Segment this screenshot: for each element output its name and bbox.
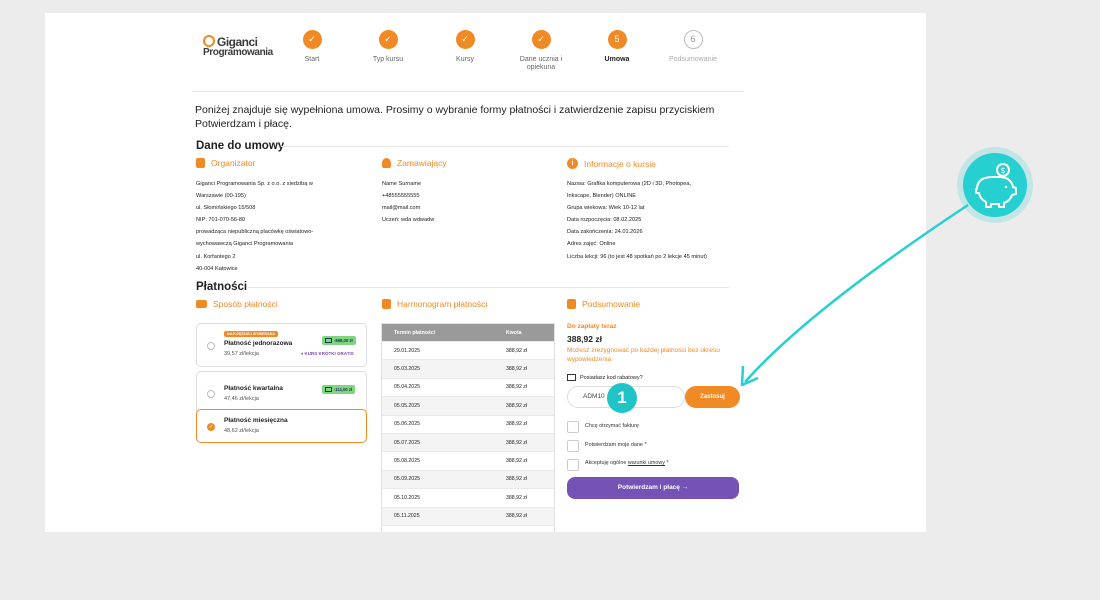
callout-arrow [740, 203, 969, 387]
